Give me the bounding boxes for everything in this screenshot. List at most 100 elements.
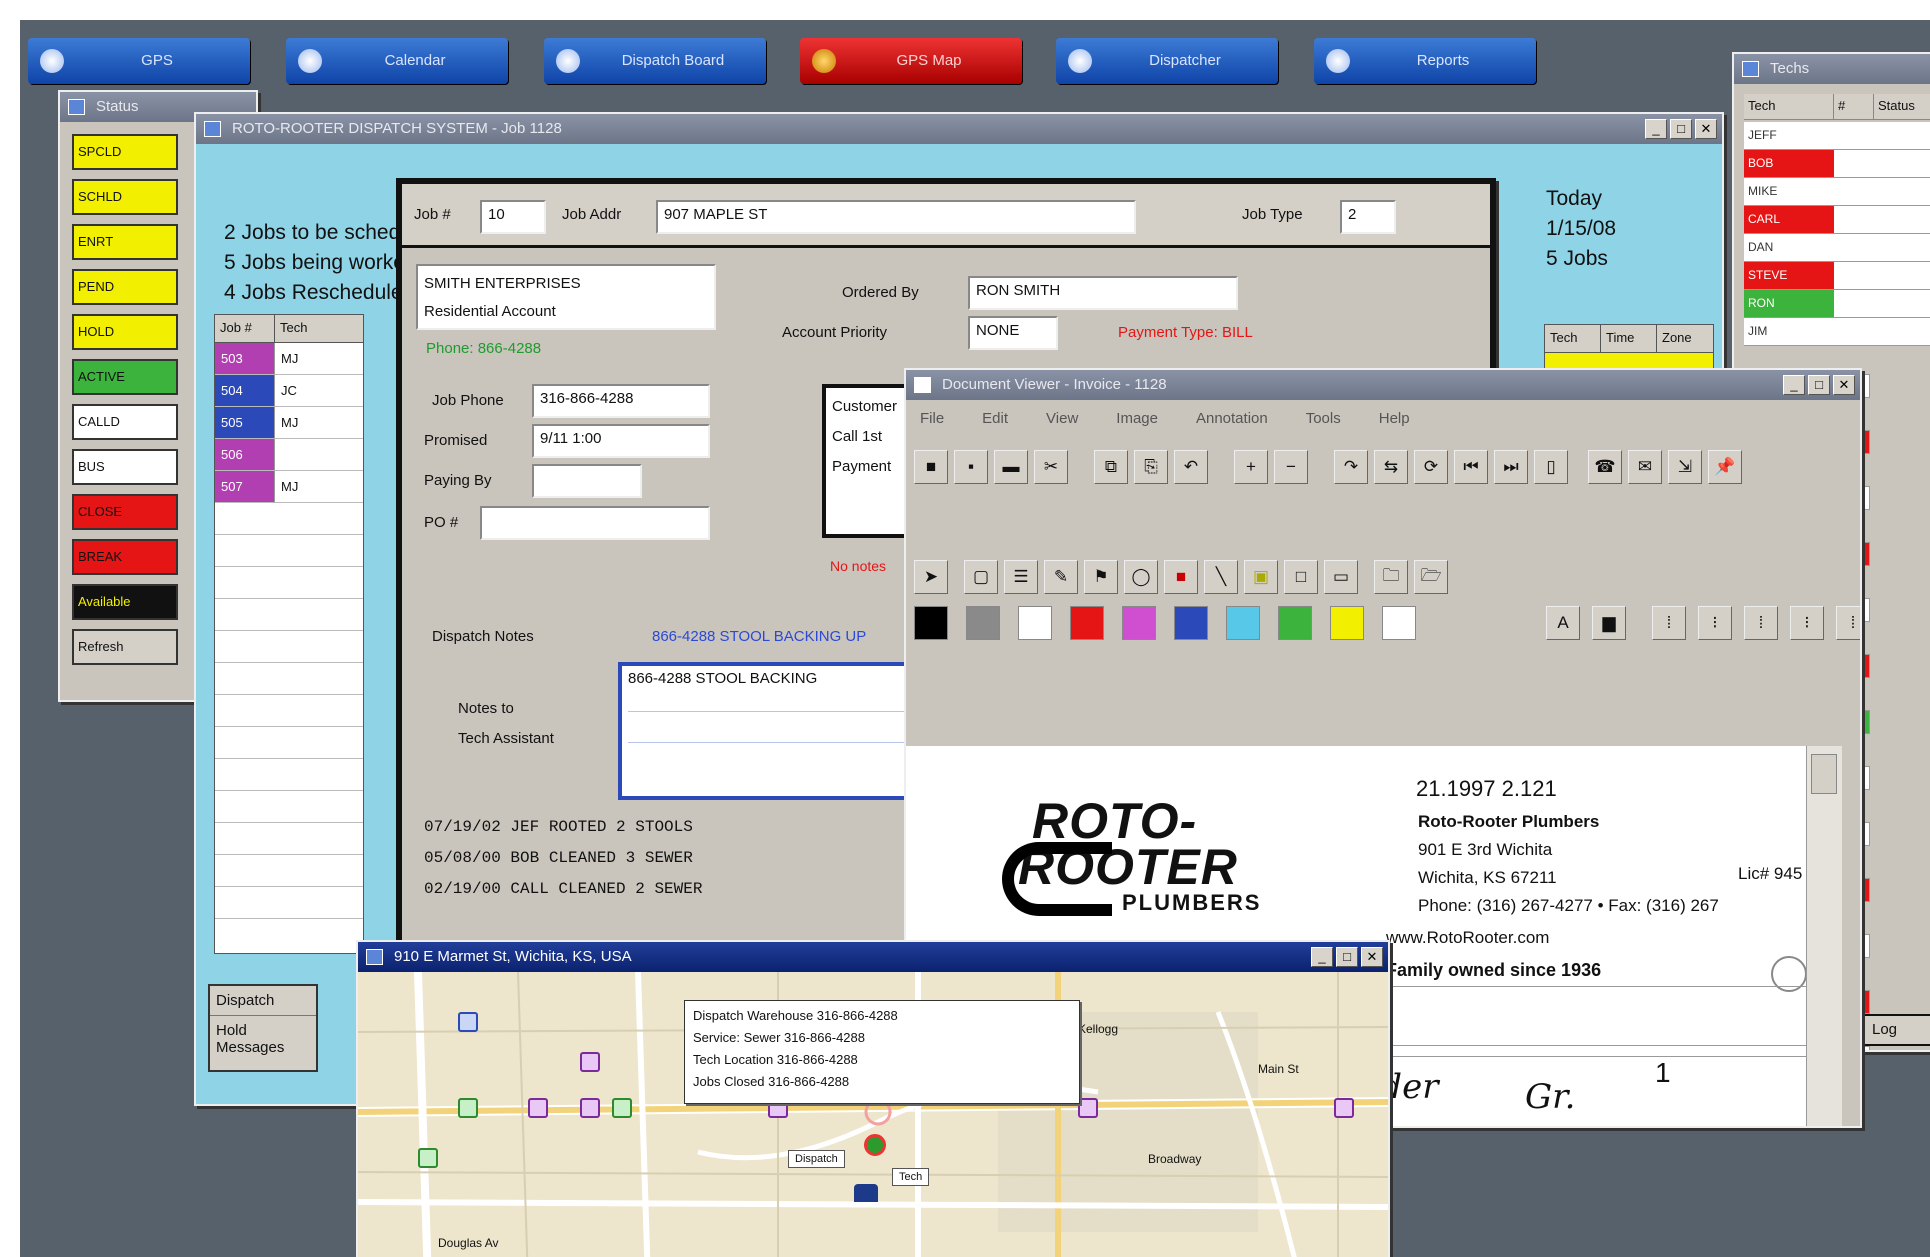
po-field[interactable]	[480, 506, 710, 540]
paying-by-field[interactable]	[532, 464, 642, 498]
table-row[interactable]: 506	[215, 439, 363, 471]
color-swatch[interactable]	[1174, 606, 1208, 640]
tech-row[interactable]: JIM	[1744, 318, 1930, 346]
zoom-out-icon[interactable]: −	[1274, 450, 1308, 484]
taskbar-button-gps[interactable]: GPS	[28, 38, 250, 84]
tech-row[interactable]: CARL	[1744, 206, 1930, 234]
status-item[interactable]: ENRT	[72, 224, 178, 260]
map-titlebar[interactable]: 910 E Marmet St, Wichita, KS, USA _ □ ✕	[358, 942, 1388, 972]
color-swatch[interactable]	[914, 606, 948, 640]
techs-log-button[interactable]: Log	[1862, 1014, 1930, 1046]
open-folder-icon[interactable]: 🗁	[1414, 560, 1448, 594]
status-item[interactable]: PEND	[72, 269, 178, 305]
align-4-icon[interactable]: ⁝	[1790, 606, 1824, 640]
print-icon[interactable]: ▪	[954, 450, 988, 484]
map-marker[interactable]	[458, 1012, 478, 1032]
map-marker[interactable]	[528, 1098, 548, 1118]
menu-help[interactable]: Help	[1379, 410, 1410, 427]
page-icon[interactable]: ▯	[1534, 450, 1568, 484]
close-icon[interactable]: ✕	[1833, 375, 1855, 395]
tech-location-icon[interactable]	[864, 1134, 886, 1156]
taskbar-button-gps-map[interactable]: GPS Map	[800, 38, 1022, 84]
flip-icon[interactable]: ⇆	[1374, 450, 1408, 484]
copy-icon[interactable]: ⧉	[1094, 450, 1128, 484]
job-type-field[interactable]: 2	[1340, 200, 1396, 234]
tech-row[interactable]: MIKE	[1744, 178, 1930, 206]
pointer-icon[interactable]: ➤	[914, 560, 948, 594]
highlight-icon[interactable]: ▣	[1244, 560, 1278, 594]
map-marker[interactable]	[1078, 1098, 1098, 1118]
color-swatch[interactable]	[966, 606, 1000, 640]
undo-icon[interactable]: ↶	[1174, 450, 1208, 484]
save-icon[interactable]: ■	[914, 450, 948, 484]
taskbar-button-dispatch-board[interactable]: Dispatch Board	[544, 38, 766, 84]
map-marker[interactable]	[418, 1148, 438, 1168]
menu-edit[interactable]: Edit	[982, 410, 1008, 427]
line-icon[interactable]: ╲	[1204, 560, 1238, 594]
scroll-thumb[interactable]	[1811, 754, 1837, 794]
last-page-icon[interactable]: ⏭	[1494, 450, 1528, 484]
zoom-in-icon[interactable]: +	[1234, 450, 1268, 484]
rectangle-icon[interactable]: ▢	[964, 560, 998, 594]
export-icon[interactable]: ⇲	[1668, 450, 1702, 484]
folder-icon[interactable]: 🗀	[1374, 560, 1408, 594]
highlighter-icon[interactable]: ✎	[1044, 560, 1078, 594]
pin-icon[interactable]: 📌	[1708, 450, 1742, 484]
color-swatch[interactable]	[1226, 606, 1260, 640]
redact-icon[interactable]: ■	[1164, 560, 1198, 594]
paste-icon[interactable]: ⎘	[1134, 450, 1168, 484]
minimize-icon[interactable]: _	[1645, 119, 1667, 139]
menu-annotation[interactable]: Annotation	[1196, 410, 1268, 427]
table-row[interactable]: 504 JC	[215, 375, 363, 407]
tech-row[interactable]: DAN	[1744, 234, 1930, 262]
image-icon[interactable]: ▭	[1324, 560, 1358, 594]
tech-row[interactable]: BOB	[1744, 150, 1930, 178]
tech-row[interactable]: STEVE	[1744, 262, 1930, 290]
status-item[interactable]: BREAK	[72, 539, 178, 575]
maximize-icon[interactable]: □	[1670, 119, 1692, 139]
table-row[interactable]: 507 MJ	[215, 471, 363, 503]
tech-row[interactable]: JEFF	[1744, 122, 1930, 150]
ordered-by-field[interactable]: RON SMITH	[968, 276, 1238, 310]
menu-image[interactable]: Image	[1116, 410, 1158, 427]
align-5-icon[interactable]: ⁞	[1836, 606, 1860, 640]
document-titlebar[interactable]: Document Viewer - Invoice - 1128 _ □ ✕	[906, 370, 1860, 400]
status-item[interactable]: HOLD	[72, 314, 178, 350]
status-item[interactable]: CALLD	[72, 404, 178, 440]
map-marker[interactable]	[612, 1098, 632, 1118]
stamp-icon[interactable]: ⚑	[1084, 560, 1118, 594]
techs-titlebar[interactable]: Techs	[1734, 54, 1930, 84]
status-item[interactable]: Available	[72, 584, 178, 620]
status-item[interactable]: CLOSE	[72, 494, 178, 530]
align-2-icon[interactable]: ⁝	[1698, 606, 1732, 640]
map-canvas[interactable]: Dispatch Tech Douglas Av Broadway Kellog…	[358, 972, 1388, 1257]
refresh-icon[interactable]: ⟳	[1414, 450, 1448, 484]
fill-icon[interactable]: ▆	[1592, 606, 1626, 640]
ellipse-icon[interactable]: ◯	[1124, 560, 1158, 594]
minimize-icon[interactable]: _	[1783, 375, 1805, 395]
document-scrollbar[interactable]	[1806, 746, 1842, 1126]
status-item[interactable]: SPCLD	[72, 134, 178, 170]
align-3-icon[interactable]: ⁞	[1744, 606, 1778, 640]
color-swatch[interactable]	[1070, 606, 1104, 640]
first-page-icon[interactable]: ⏮	[1454, 450, 1488, 484]
maximize-icon[interactable]: □	[1808, 375, 1830, 395]
text-icon[interactable]: A	[1546, 606, 1580, 640]
fax-icon[interactable]: ☎	[1588, 450, 1622, 484]
table-row[interactable]: 503 MJ	[215, 343, 363, 375]
truck-icon[interactable]	[854, 1184, 878, 1202]
promised-field[interactable]: 9/11 1:00	[532, 424, 710, 458]
map-marker[interactable]	[580, 1098, 600, 1118]
rotate-icon[interactable]: ↷	[1334, 450, 1368, 484]
minimize-icon[interactable]: _	[1311, 947, 1333, 967]
job-phone-field[interactable]: 316-866-4288	[532, 384, 710, 418]
color-swatch[interactable]	[1330, 606, 1364, 640]
close-icon[interactable]: ✕	[1361, 947, 1383, 967]
refresh-button[interactable]: Refresh	[72, 629, 178, 665]
priority-field[interactable]: NONE	[968, 316, 1058, 350]
hold-messages-button[interactable]: Hold Messages	[210, 1016, 316, 1062]
mail-icon[interactable]: ✉	[1628, 450, 1662, 484]
menu-file[interactable]: File	[920, 410, 944, 427]
job-number-field[interactable]: 10	[480, 200, 546, 234]
cut-icon[interactable]: ✂	[1034, 450, 1068, 484]
